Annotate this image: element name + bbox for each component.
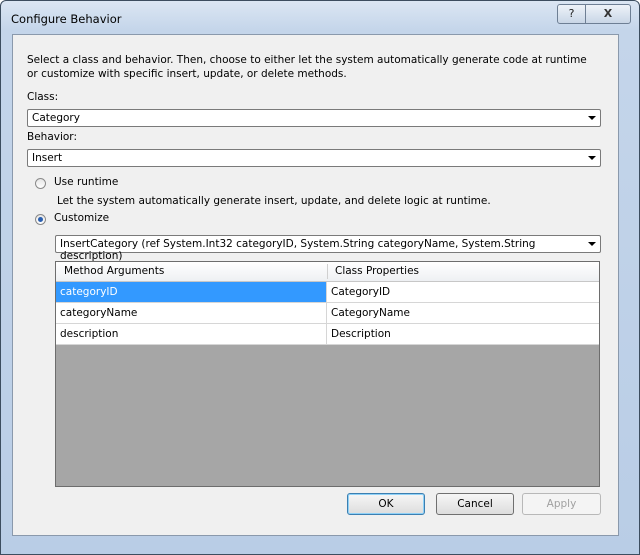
behavior-value: Insert: [32, 152, 63, 164]
use-runtime-description: Let the system automatically generate in…: [57, 195, 491, 207]
use-runtime-label[interactable]: Use runtime: [54, 176, 118, 188]
behavior-dropdown[interactable]: Insert: [27, 149, 601, 167]
configure-behavior-dialog: Configure Behavior ? X Select a class an…: [0, 0, 640, 555]
behavior-label: Behavior:: [27, 131, 77, 143]
ok-button[interactable]: OK: [347, 493, 425, 515]
argument-mapping-grid: Method Arguments Class Properties catego…: [55, 261, 600, 487]
table-row[interactable]: categoryName CategoryName: [56, 303, 599, 324]
help-icon: ?: [568, 7, 575, 20]
instructions-text: Select a class and behavior. Then, choos…: [27, 54, 587, 80]
chevron-down-icon: [588, 116, 596, 120]
method-value: InsertCategory (ref System.Int32 categor…: [60, 238, 536, 262]
column-divider: [327, 264, 328, 279]
dialog-content: Select a class and behavior. Then, choos…: [12, 34, 619, 536]
table-row[interactable]: description Description: [56, 324, 599, 345]
close-icon: X: [603, 7, 613, 20]
use-runtime-radio[interactable]: [35, 178, 46, 189]
title-bar: Configure Behavior ? X: [1, 1, 639, 33]
customize-label[interactable]: Customize: [54, 212, 109, 224]
property-cell[interactable]: CategoryName: [327, 303, 599, 323]
grid-header: Method Arguments Class Properties: [56, 262, 599, 282]
argument-cell[interactable]: categoryName: [56, 303, 327, 323]
apply-button[interactable]: Apply: [522, 493, 601, 515]
table-row[interactable]: categoryID CategoryID: [56, 282, 599, 303]
chevron-down-icon: [588, 156, 596, 160]
close-button[interactable]: X: [585, 4, 631, 24]
customize-radio[interactable]: [35, 214, 46, 225]
property-cell[interactable]: Description: [327, 324, 599, 344]
column-header-class-properties[interactable]: Class Properties: [335, 265, 419, 277]
class-value: Category: [32, 112, 80, 124]
argument-cell[interactable]: description: [56, 324, 327, 344]
class-dropdown[interactable]: Category: [27, 109, 601, 127]
class-label: Class:: [27, 91, 59, 103]
help-button[interactable]: ?: [557, 4, 586, 24]
column-header-method-arguments[interactable]: Method Arguments: [64, 265, 164, 277]
property-cell[interactable]: CategoryID: [327, 282, 599, 302]
window-title: Configure Behavior: [11, 12, 122, 26]
chevron-down-icon: [588, 242, 596, 246]
method-dropdown[interactable]: InsertCategory (ref System.Int32 categor…: [55, 235, 601, 262]
cancel-button[interactable]: Cancel: [436, 493, 514, 515]
argument-cell[interactable]: categoryID: [56, 282, 327, 302]
